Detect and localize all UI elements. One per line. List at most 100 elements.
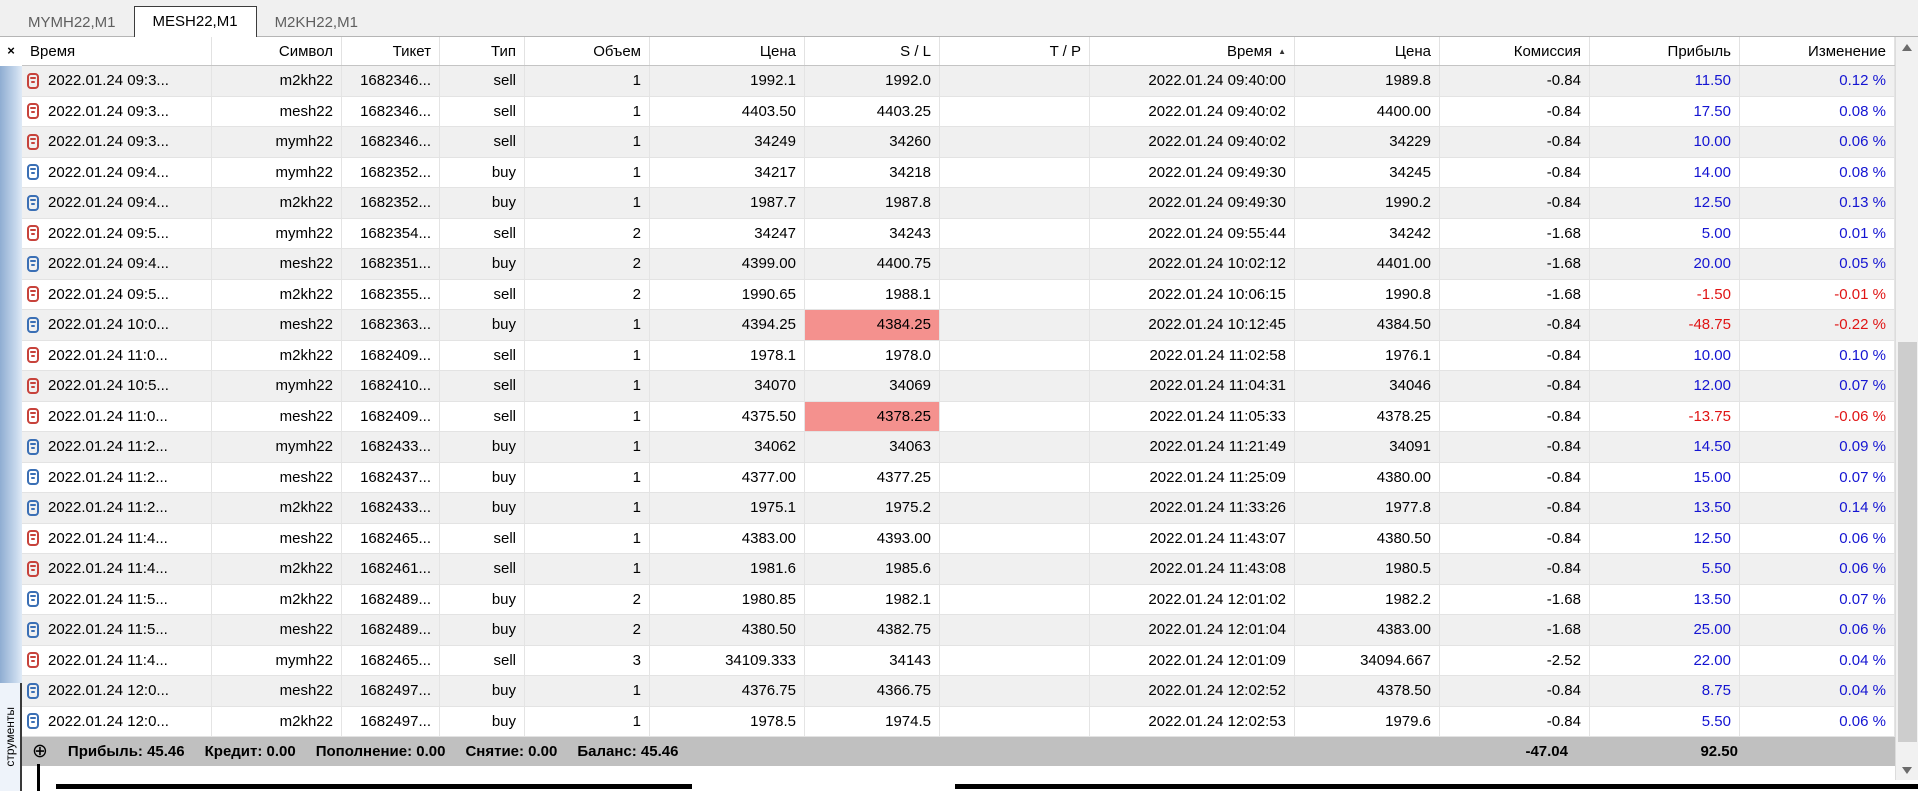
close-time-cell: 2022.01.24 11:43:08 [1090,554,1295,584]
close-price-cell: 34245 [1295,157,1440,187]
tab-mymh22-m1[interactable]: MYMH22,M1 [10,9,134,37]
column-header[interactable]: Тикет [342,37,440,65]
column-header[interactable]: Время ▲ [1090,37,1295,65]
symbol-cell: m2kh22 [212,706,342,736]
vertical-scrollbar[interactable] [1895,37,1918,780]
symbol-cell: mymh22 [212,218,342,248]
table-row[interactable]: 2022.01.24 11:2... m2kh22 1682433... buy… [22,493,1895,524]
sidebar-tab-instruments[interactable]: струменты [0,683,22,791]
type-cell: sell [440,279,525,309]
bottom-tab-edge-right [955,784,1918,789]
column-label: Цена [1394,42,1431,60]
open-price-cell: 4380.50 [650,615,805,645]
close-price-cell: 1979.6 [1295,706,1440,736]
summary-withdrawal: Снятие: 0.00 [465,743,558,760]
type-cell: buy [440,676,525,706]
table-row[interactable]: 2022.01.24 11:4... m2kh22 1682461... sel… [22,554,1895,585]
table-row[interactable]: 2022.01.24 11:2... mymh22 1682433... buy… [22,432,1895,463]
sell-deal-icon [27,72,39,89]
close-price-cell: 4378.50 [1295,676,1440,706]
table-row[interactable]: 2022.01.24 11:2... mesh22 1682437... buy… [22,462,1895,493]
tp-cell [940,554,1090,584]
column-header[interactable]: Цена [1295,37,1440,65]
open-price-cell: 1992.1 [650,66,805,96]
open-time-text: 2022.01.24 11:0... [48,346,168,364]
close-price-cell: 1980.5 [1295,554,1440,584]
column-header[interactable]: Цена [650,37,805,65]
table-row[interactable]: 2022.01.24 11:0... mesh22 1682409... sel… [22,401,1895,432]
table-row[interactable]: 2022.01.24 12:0... mesh22 1682497... buy… [22,676,1895,707]
column-header[interactable]: T / P [940,37,1090,65]
open-price-cell: 34247 [650,218,805,248]
toolbox-side-strip [0,66,22,683]
table-row[interactable]: 2022.01.24 09:5... mymh22 1682354... sel… [22,218,1895,249]
open-time-cell: 2022.01.24 11:0... [22,401,212,431]
table-row[interactable]: 2022.01.24 09:3... m2kh22 1682346... sel… [22,66,1895,97]
tab-m2kh22-m1[interactable]: M2KH22,M1 [257,9,376,37]
type-cell: sell [440,340,525,370]
table-row[interactable]: 2022.01.24 11:5... mesh22 1682489... buy… [22,615,1895,646]
table-row[interactable]: 2022.01.24 09:3... mymh22 1682346... sel… [22,127,1895,158]
table-row[interactable]: 2022.01.24 09:4... mymh22 1682352... buy… [22,157,1895,188]
ticket-cell: 1682489... [342,615,440,645]
open-time-cell: 2022.01.24 11:4... [22,523,212,553]
expand-summary-icon[interactable]: ⊕ [32,742,48,761]
close-time-cell: 2022.01.24 11:33:26 [1090,493,1295,523]
sl-cell: 34243 [805,218,940,248]
close-time-cell: 2022.01.24 12:02:53 [1090,706,1295,736]
type-cell: buy [440,584,525,614]
table-row[interactable]: 2022.01.24 09:4... mesh22 1682351... buy… [22,249,1895,280]
column-header[interactable]: Прибыль [1590,37,1740,65]
summary-profit: Прибыль: 45.46 [67,743,185,760]
ticket-cell: 1682354... [342,218,440,248]
commission-cell: -0.84 [1440,523,1590,553]
symbol-cell: m2kh22 [212,340,342,370]
change-cell: 0.04 % [1740,645,1895,675]
scroll-down-button[interactable] [1896,760,1918,780]
open-time-cell: 2022.01.24 09:5... [22,218,212,248]
table-row[interactable]: 2022.01.24 09:5... m2kh22 1682355... sel… [22,279,1895,310]
column-header[interactable]: Комиссия [1440,37,1590,65]
type-cell: sell [440,371,525,401]
column-label: Символ [278,42,333,60]
commission-cell: -0.84 [1440,66,1590,96]
symbol-cell: m2kh22 [212,66,342,96]
table-row[interactable]: 2022.01.24 11:4... mymh22 1682465... sel… [22,645,1895,676]
table-row[interactable]: 2022.01.24 10:0... mesh22 1682363... buy… [22,310,1895,341]
table-row[interactable]: 2022.01.24 11:4... mesh22 1682465... sel… [22,523,1895,554]
sl-cell: 4378.25 [805,401,940,431]
scroll-up-button[interactable] [1896,37,1918,57]
volume-cell: 1 [525,188,650,218]
table-row[interactable]: 2022.01.24 09:3... mesh22 1682346... sel… [22,96,1895,127]
tp-cell [940,584,1090,614]
table-header-row: Время Символ Тикет Тип Объем Цена S / L … [22,37,1895,66]
column-header[interactable]: Время [22,37,212,65]
sl-cell: 1988.1 [805,279,940,309]
symbol-cell: mesh22 [212,615,342,645]
close-price-cell: 1990.8 [1295,279,1440,309]
table-row[interactable]: 2022.01.24 10:5... mymh22 1682410... sel… [22,371,1895,402]
table-row[interactable]: 2022.01.24 11:5... m2kh22 1682489... buy… [22,584,1895,615]
column-header[interactable]: S / L [805,37,940,65]
table-row[interactable]: 2022.01.24 11:0... m2kh22 1682409... sel… [22,340,1895,371]
close-time-cell: 2022.01.24 11:05:33 [1090,401,1295,431]
sl-cell: 4393.00 [805,523,940,553]
table-row[interactable]: 2022.01.24 12:0... m2kh22 1682497... buy… [22,706,1895,737]
column-header[interactable]: Тип [440,37,525,65]
open-time-text: 2022.01.24 11:0... [48,407,168,425]
column-header[interactable]: Символ [212,37,342,65]
open-price-cell: 4383.00 [650,523,805,553]
close-time-cell: 2022.01.24 11:43:07 [1090,523,1295,553]
type-cell: sell [440,96,525,126]
close-price-cell: 4380.00 [1295,462,1440,492]
column-header[interactable]: Объем [525,37,650,65]
close-price-cell: 4384.50 [1295,310,1440,340]
column-header[interactable]: Изменение [1740,37,1895,65]
summary-credit: Кредит: 0.00 [204,743,296,760]
table-row[interactable]: 2022.01.24 09:4... m2kh22 1682352... buy… [22,188,1895,219]
ticket-cell: 1682351... [342,249,440,279]
scrollbar-thumb[interactable] [1898,342,1917,742]
close-panel-button[interactable]: × [0,37,22,66]
tab-mesh22-m1[interactable]: MESH22,M1 [133,6,257,37]
close-time-cell: 2022.01.24 11:21:49 [1090,432,1295,462]
